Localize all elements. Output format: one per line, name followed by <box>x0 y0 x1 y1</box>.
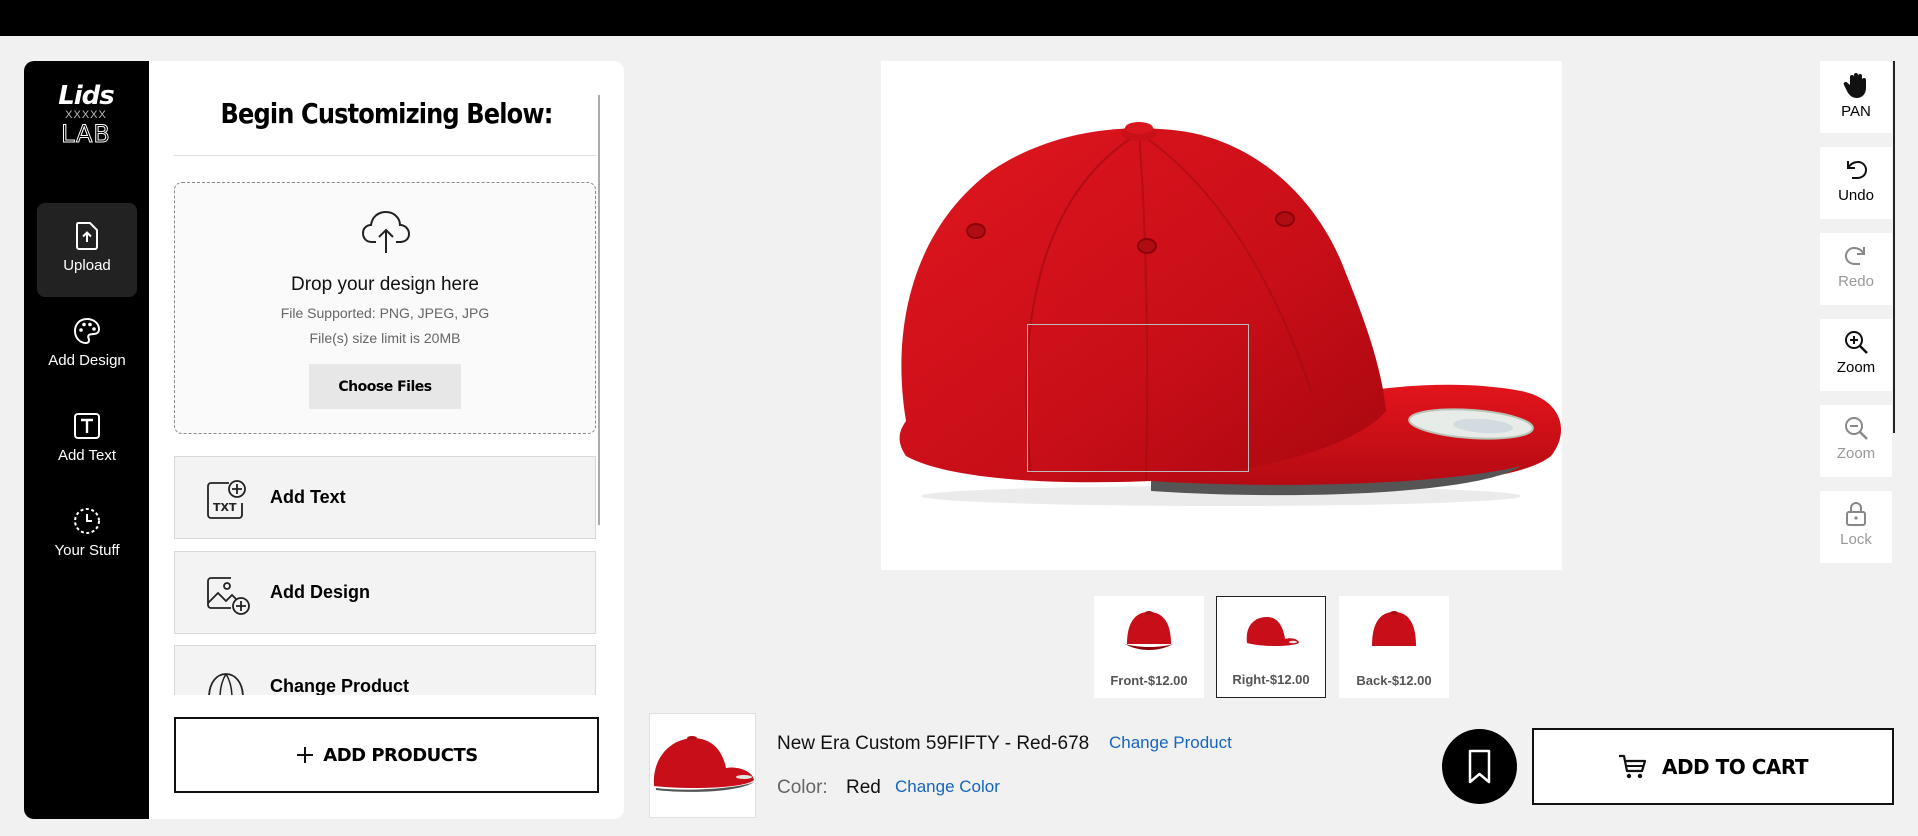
zoom-in-icon <box>1845 331 1868 354</box>
change-product-label: Change Product <box>270 676 410 695</box>
lids-lab-logo[interactable]: Lids XXXXX LAB <box>44 83 128 163</box>
panel-heading: Begin Customizing Below: <box>220 97 553 130</box>
rail-item-add-text[interactable]: Add Text <box>37 393 137 487</box>
add-to-cart-button[interactable]: ADD TO CART <box>1532 728 1894 805</box>
color-label: Color: <box>777 777 828 798</box>
customizer-panel: Lids XXXXX LAB Upload Add Design Add Tex… <box>24 61 624 819</box>
rail-label-your-stuff: Your Stuff <box>54 542 120 559</box>
rail-label-add-design: Add Design <box>48 352 126 369</box>
view-label-front: Front-$12.00 <box>1110 673 1188 688</box>
cap-back-thumb-image <box>1372 611 1416 646</box>
view-thumb-back[interactable]: Back-$12.00 <box>1339 596 1449 698</box>
add-products-button[interactable]: ADD PRODUCTS <box>174 717 599 793</box>
dropzone-title: Drop your design here <box>291 274 479 295</box>
view-label-back: Back-$12.00 <box>1356 673 1432 688</box>
product-cap-image <box>653 736 754 792</box>
bookmark-icon <box>1468 749 1491 784</box>
rail-item-upload[interactable]: Upload <box>37 203 137 297</box>
clock-icon <box>74 508 100 534</box>
add-design-label: Add Design <box>270 582 371 602</box>
rail-label-add-text: Add Text <box>57 447 117 464</box>
redo-tool[interactable]: Redo <box>1820 233 1892 305</box>
cart-icon <box>1618 754 1647 778</box>
zoom-out-icon <box>1845 417 1868 440</box>
undo-label: Undo <box>1838 187 1874 204</box>
text-box-icon <box>74 413 100 439</box>
add-to-cart-label: ADD TO CART <box>1661 754 1809 779</box>
change-product-action[interactable]: Change Product <box>174 645 596 695</box>
lock-icon <box>1846 502 1866 526</box>
design-canvas[interactable] <box>881 61 1562 570</box>
add-products-label: ADD PRODUCTS <box>323 744 478 766</box>
txt-icon-label: TXT <box>213 501 237 514</box>
rail-label-upload: Upload <box>63 257 111 274</box>
plus-icon <box>297 747 314 763</box>
product-thumbnail <box>649 713 756 818</box>
add-text-action[interactable]: TXT Add Text <box>174 456 596 539</box>
top-bar <box>0 0 1918 36</box>
zoom-in-tool[interactable]: Zoom <box>1820 319 1892 391</box>
toolbar-scrollbar[interactable] <box>1893 61 1895 433</box>
view-thumb-right[interactable]: Right-$12.00 <box>1216 596 1326 698</box>
cap-front-thumb-image <box>1125 611 1173 650</box>
print-area[interactable] <box>1027 324 1249 472</box>
color-value: Red <box>846 777 881 798</box>
tool-rail: Lids XXXXX LAB Upload Add Design Add Tex… <box>24 61 149 819</box>
rail-item-add-design[interactable]: Add Design <box>37 298 137 392</box>
zoom-out-label: Zoom <box>1836 445 1876 462</box>
change-product-link[interactable]: Change Product <box>1109 733 1232 753</box>
cap-right-view-image <box>899 122 1561 506</box>
dropzone-supported-formats: File Supported: PNG, JPEG, JPG <box>280 305 490 321</box>
add-text-label: Add Text <box>270 487 346 507</box>
choose-files-button[interactable]: Choose Files <box>309 364 461 409</box>
dropzone-size-limit: File(s) size limit is 20MB <box>309 330 461 346</box>
panel-content: Begin Customizing Below: Drop your desig… <box>149 61 624 819</box>
add-design-action[interactable]: Add Design <box>174 551 596 634</box>
add-text-icon: TXT <box>207 480 246 519</box>
lock-tool[interactable]: Lock <box>1820 491 1892 563</box>
change-product-clip: Change Product <box>174 645 596 695</box>
heading-divider <box>174 155 596 156</box>
logo-brand-text: Lids <box>58 81 115 111</box>
cap-icon <box>208 673 244 695</box>
logo-sub-text: LAB <box>61 120 111 148</box>
palette-icon <box>73 317 101 345</box>
view-label-right: Right-$12.00 <box>1232 672 1310 687</box>
change-color-link[interactable]: Change Color <box>895 777 1000 797</box>
undo-tool[interactable]: Undo <box>1820 147 1892 219</box>
add-image-icon <box>207 577 250 615</box>
design-dropzone[interactable]: Drop your design here File Supported: PN… <box>174 182 596 434</box>
product-name: New Era Custom 59FIFTY - Red-678 <box>777 733 1090 754</box>
pan-tool[interactable]: PAN <box>1820 61 1892 133</box>
panel-scrollbar[interactable] <box>598 95 600 525</box>
zoom-out-tool[interactable]: Zoom <box>1820 405 1892 477</box>
lock-label: Lock <box>1840 531 1872 548</box>
cap-right-thumb-image <box>1246 617 1299 646</box>
pan-label: PAN <box>1841 103 1871 120</box>
upload-file-icon <box>75 222 98 250</box>
redo-icon <box>1844 246 1865 265</box>
cloud-upload-icon <box>361 210 411 253</box>
zoom-in-label: Zoom <box>1836 359 1876 376</box>
undo-icon <box>1847 160 1868 179</box>
hand-icon <box>1843 73 1866 98</box>
view-thumb-front[interactable]: Front-$12.00 <box>1094 596 1204 698</box>
redo-label: Redo <box>1838 273 1874 290</box>
rail-item-your-stuff[interactable]: Your Stuff <box>37 488 137 582</box>
save-design-button[interactable] <box>1442 729 1517 804</box>
